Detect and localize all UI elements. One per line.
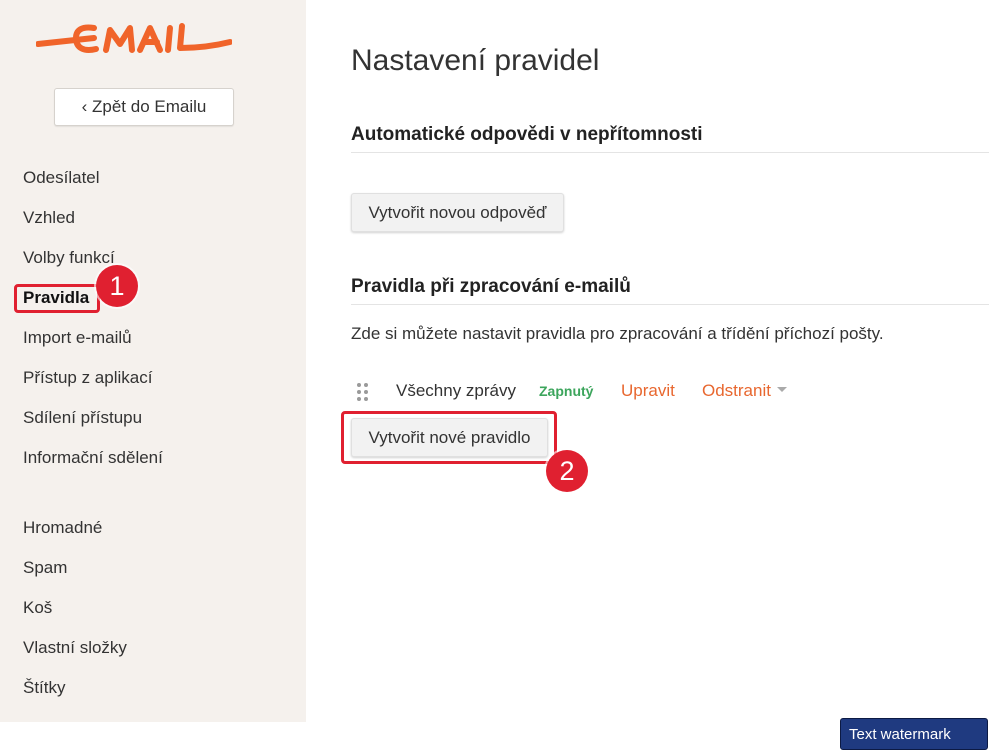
rules-divider — [351, 304, 989, 305]
sidebar-item-informacni-sdeleni[interactable]: Informační sdělení — [23, 448, 163, 468]
rule-status-badge: Zapnutý — [539, 383, 594, 399]
drag-handle-icon[interactable] — [356, 382, 370, 402]
sidebar-item-pristup-z-aplikaci[interactable]: Přístup z aplikací — [23, 368, 152, 388]
rule-row: Všechny zprávy Zapnutý Upravit Odstranit — [356, 378, 816, 404]
rule-name: Všechny zprávy — [396, 381, 516, 400]
step-badge-2: 2 — [546, 450, 588, 492]
sidebar-item-odesilatel[interactable]: Odesílatel — [23, 168, 100, 188]
highlight-box-pravidla — [14, 284, 100, 313]
sidebar-item-spam[interactable]: Spam — [23, 558, 67, 578]
sidebar: ‹ Zpět do Emailu Odesílatel Vzhled Volby… — [0, 0, 306, 722]
highlight-box-create-rule — [341, 411, 557, 464]
auto-reply-heading: Automatické odpovědi v nepřítomnosti — [351, 124, 703, 145]
rule-delete-label: Odstranit — [702, 381, 771, 400]
sidebar-item-stitky[interactable]: Štítky — [23, 678, 66, 698]
sidebar-item-sdileni-pristupu[interactable]: Sdílení přístupu — [23, 408, 142, 428]
sidebar-item-vzhled[interactable]: Vzhled — [23, 208, 75, 228]
auto-reply-divider — [351, 152, 989, 153]
email-logo[interactable] — [36, 16, 232, 62]
sidebar-item-volby-funkci[interactable]: Volby funkcí — [23, 248, 115, 268]
page-title: Nastavení pravidel — [351, 44, 600, 77]
watermark-label: Text watermark — [840, 718, 988, 750]
sidebar-item-vlastni-slozky[interactable]: Vlastní složky — [23, 638, 127, 658]
rules-description: Zde si můžete nastavit pravidla pro zpra… — [351, 324, 884, 343]
rules-heading: Pravidla při zpracování e-mailů — [351, 276, 631, 297]
sidebar-item-hromadne[interactable]: Hromadné — [23, 518, 102, 538]
rule-delete-dropdown[interactable]: Odstranit — [702, 381, 787, 401]
create-auto-reply-button[interactable]: Vytvořit novou odpověď — [351, 193, 564, 232]
sidebar-item-kos[interactable]: Koš — [23, 598, 52, 618]
rule-edit-link[interactable]: Upravit — [621, 381, 675, 401]
sidebar-item-import-emailu[interactable]: Import e-mailů — [23, 328, 132, 348]
back-to-email-button[interactable]: ‹ Zpět do Emailu — [54, 88, 234, 126]
caret-down-icon — [776, 387, 787, 393]
step-badge-1: 1 — [96, 265, 138, 307]
